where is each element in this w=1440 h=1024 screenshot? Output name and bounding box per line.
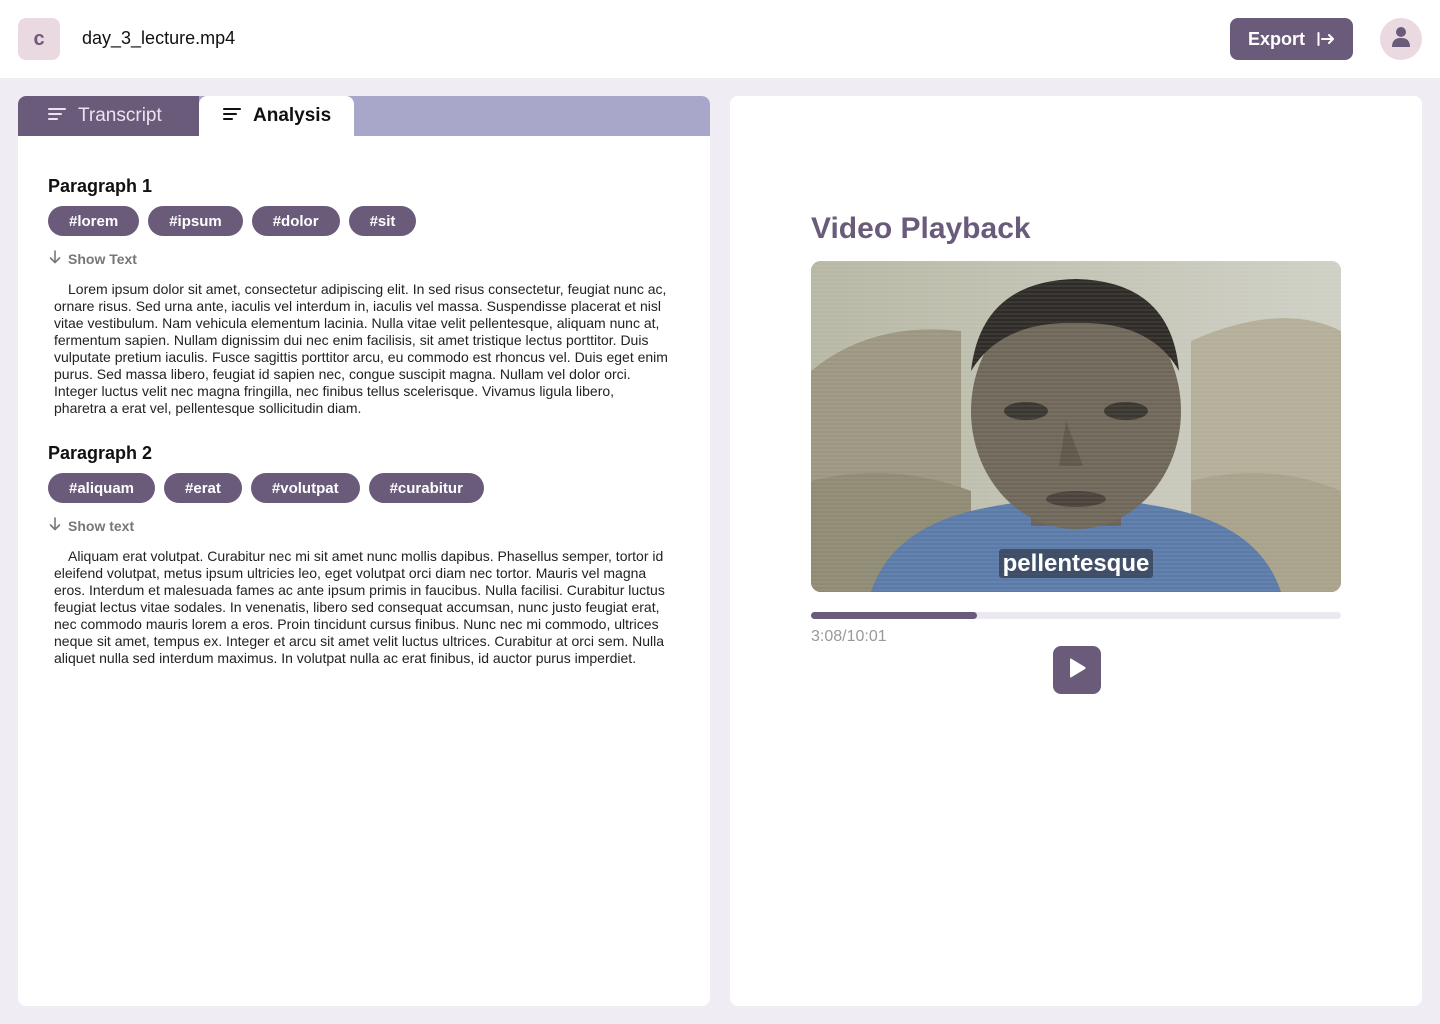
user-avatar[interactable] — [1380, 18, 1422, 60]
file-name: day_3_lecture.mp4 — [82, 28, 236, 48]
tab-analysis-label: Analysis — [253, 105, 332, 126]
video-title: Video Playback — [811, 212, 1031, 245]
tab-transcript[interactable]: Transcript — [18, 96, 199, 136]
arrow-down-icon — [48, 250, 62, 267]
show-text-label: Show Text — [68, 250, 137, 267]
paragraph-2: Paragraph 2 #aliquam #erat #volutpat #cu… — [48, 443, 688, 667]
show-text-toggle[interactable]: Show Text — [48, 250, 688, 267]
video-frame — [811, 261, 1341, 592]
show-text-toggle[interactable]: Show text — [48, 517, 688, 534]
tag-chip[interactable]: #curabitur — [368, 473, 484, 503]
tag-chip[interactable]: #aliquam — [48, 473, 156, 503]
lines-icon — [48, 105, 66, 127]
app-logo[interactable]: c — [18, 18, 60, 60]
video-panel: Video Playback pellentesque 3:08/10:01 — [730, 96, 1422, 1006]
arrow-down-icon — [48, 517, 62, 534]
tag-list: #aliquam #erat #volutpat #curabitur — [48, 473, 688, 503]
tab-analysis[interactable]: Analysis — [199, 96, 354, 136]
tab-transcript-label: Transcript — [78, 105, 162, 126]
arrow-right-to-bar-icon — [1317, 31, 1335, 47]
lines-icon — [223, 105, 241, 127]
analysis-panel: Transcript Analysis Paragraph 1 #lorem #… — [18, 96, 710, 1006]
tag-chip[interactable]: #ipsum — [148, 206, 243, 236]
video-progress-bar[interactable] — [811, 612, 1341, 619]
paragraph-text: Aliquam erat volutpat. Curabitur nec mi … — [54, 548, 665, 666]
show-text-label: Show text — [68, 517, 135, 534]
user-icon — [1392, 26, 1410, 53]
paragraph-title: Paragraph 1 — [48, 176, 153, 196]
video-player[interactable]: pellentesque — [811, 261, 1341, 592]
paragraph-1: Paragraph 1 #lorem #ipsum #dolor #sit Sh… — [48, 176, 688, 417]
tag-chip[interactable]: #lorem — [48, 206, 140, 236]
video-time: 3:08/10:01 — [811, 628, 887, 645]
tag-chip[interactable]: #volutpat — [250, 473, 360, 503]
tag-list: #lorem #ipsum #dolor #sit — [48, 206, 688, 236]
play-button[interactable] — [1053, 646, 1101, 694]
export-button[interactable]: Export — [1230, 18, 1353, 60]
paragraph-list: Paragraph 1 #lorem #ipsum #dolor #sit Sh… — [48, 176, 688, 667]
paragraph-title: Paragraph 2 — [48, 443, 153, 463]
export-label: Export — [1247, 28, 1305, 49]
tab-bar: Transcript Analysis — [18, 96, 710, 136]
paragraph-text: Lorem ipsum dolor sit amet, consectetur … — [54, 281, 668, 416]
video-caption: pellentesque — [811, 549, 1341, 578]
top-bar: c day_3_lecture.mp4 Export — [0, 0, 1440, 78]
play-icon — [1067, 657, 1087, 684]
caption-text: pellentesque — [998, 549, 1154, 578]
tag-chip[interactable]: #dolor — [251, 206, 340, 236]
tag-chip[interactable]: #erat — [164, 473, 242, 503]
progress-fill — [811, 612, 977, 619]
tag-chip[interactable]: #sit — [348, 206, 417, 236]
